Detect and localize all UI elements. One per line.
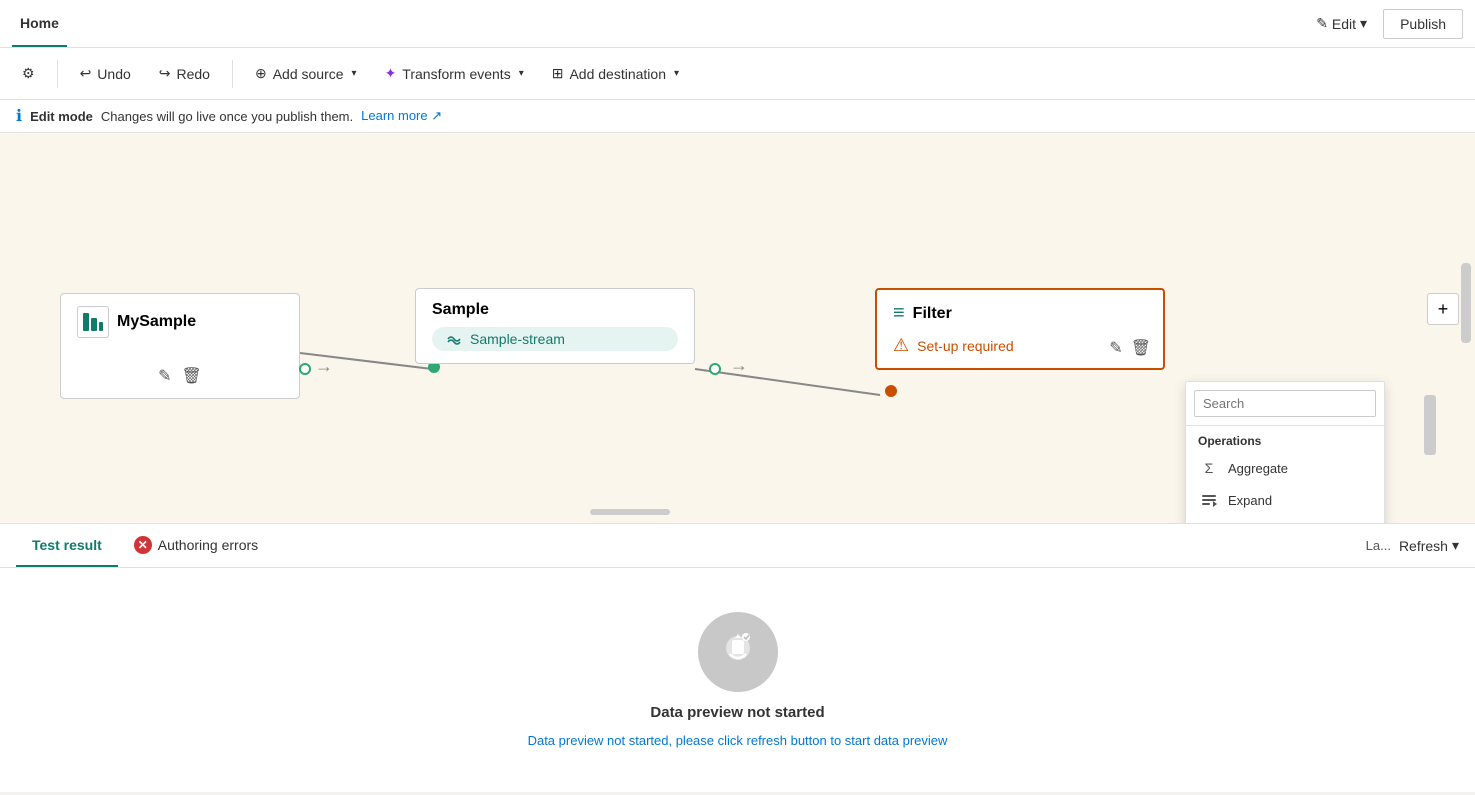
- chevron-down-icon-refresh: ▾: [1452, 537, 1459, 554]
- sample-title: Sample: [432, 301, 678, 319]
- home-tab[interactable]: Home: [12, 0, 67, 47]
- top-nav-right: ✎ Edit ▾ Publish: [1308, 9, 1463, 39]
- aggregate-label: Aggregate: [1228, 461, 1288, 476]
- bottom-tab-right: La... Refresh ▾: [1366, 537, 1459, 554]
- learn-more-link[interactable]: Learn more ↗: [361, 108, 442, 124]
- filter-item[interactable]: ≡ Filter: [1186, 516, 1384, 523]
- mysample-node: MySample ✎ 🗑: [60, 293, 300, 399]
- filter-icon: ≡: [893, 302, 905, 325]
- vertical-scrollbar[interactable]: [1461, 263, 1471, 343]
- undo-icon: ↩: [80, 65, 92, 82]
- add-source-button[interactable]: ⊕ Add source ▾: [245, 59, 367, 88]
- bottom-panel: Test result ✕ Authoring errors La... Ref…: [0, 523, 1475, 792]
- add-destination-button[interactable]: ⊞ Add destination ▾: [542, 59, 689, 88]
- edit-mode-label: Edit mode: [30, 109, 93, 124]
- mysample-icon: [77, 306, 109, 338]
- filter-edit-btn[interactable]: ✎: [1109, 338, 1122, 358]
- sample-stream: Sample-stream: [432, 327, 678, 351]
- undo-button[interactable]: ↩ Undo: [70, 59, 141, 88]
- filter-actions: ✎ 🗑: [1109, 338, 1151, 358]
- aggregate-item[interactable]: Σ Aggregate: [1186, 452, 1384, 484]
- top-nav: Home ✎ Edit ▾ Publish: [0, 0, 1475, 48]
- operations-dropdown: Operations Σ Aggregate Expand ≡ Filter G…: [1185, 381, 1385, 523]
- transform-icon: ✦: [385, 65, 397, 82]
- connector-dot-4: [885, 385, 897, 397]
- canvas-area: MySample ✎ 🗑 → Sample Sample-stream → ≡: [0, 133, 1475, 523]
- authoring-errors-text: Authoring errors: [158, 537, 258, 553]
- publish-button[interactable]: Publish: [1383, 9, 1463, 39]
- refresh-button[interactable]: Refresh ▾: [1399, 537, 1459, 554]
- transform-events-button[interactable]: ✦ Transform events ▾: [375, 59, 534, 88]
- empty-title: Data preview not started: [650, 704, 824, 721]
- horizontal-scrollbar[interactable]: [590, 509, 670, 515]
- arrow-2: →: [730, 355, 748, 376]
- edit-mode-message: Changes will go live once you publish th…: [101, 109, 353, 124]
- error-count-badge: ✕: [134, 536, 152, 554]
- pencil-icon: ✎: [1316, 15, 1328, 32]
- mysample-delete-btn[interactable]: 🗑: [182, 366, 202, 386]
- transform-chevron: ▾: [519, 68, 524, 79]
- filter-title: ≡ Filter: [893, 302, 1147, 325]
- empty-state-icon: [698, 612, 778, 692]
- add-dest-icon: ⊞: [552, 65, 564, 82]
- arrow-1: →: [315, 356, 333, 377]
- add-source-icon: ⊕: [255, 65, 267, 82]
- redo-button[interactable]: ↪ Redo: [149, 59, 220, 88]
- expand-item[interactable]: Expand: [1186, 484, 1384, 516]
- settings-icon: ⚙: [22, 65, 35, 82]
- zoom-controls: +: [1427, 293, 1459, 325]
- refresh-label: Refresh: [1399, 538, 1448, 554]
- last-refreshed-label: La...: [1366, 538, 1391, 553]
- connector-dot-1: [299, 363, 311, 375]
- aggregate-icon: Σ: [1200, 459, 1218, 477]
- authoring-errors-tab[interactable]: ✕ Authoring errors: [118, 524, 274, 567]
- mysample-actions: ✎ 🗑: [77, 366, 283, 386]
- add-dest-chevron: ▾: [674, 68, 679, 79]
- add-source-chevron: ▾: [352, 68, 357, 79]
- dropdown-search-area: [1186, 382, 1384, 426]
- dropdown-search-input[interactable]: [1194, 390, 1376, 417]
- connector-dot-3: [709, 363, 721, 375]
- mysample-title: MySample: [77, 306, 283, 338]
- info-icon: ℹ: [16, 106, 22, 126]
- settings-button[interactable]: ⚙: [12, 59, 45, 88]
- edit-mode-bar: ℹ Edit mode Changes will go live once yo…: [0, 100, 1475, 133]
- expand-label: Expand: [1228, 493, 1272, 508]
- operations-section-label: Operations: [1186, 426, 1384, 452]
- authoring-errors-label: ✕ Authoring errors: [134, 536, 258, 554]
- edit-button[interactable]: ✎ Edit ▾: [1308, 11, 1375, 36]
- expand-icon: [1200, 491, 1218, 509]
- bottom-tabs: Test result ✕ Authoring errors La... Ref…: [0, 524, 1475, 568]
- toolbar-divider-1: [57, 60, 58, 88]
- filter-node: ≡ Filter ⚠ Set-up required ✎ 🗑: [875, 288, 1165, 370]
- sample-node: Sample Sample-stream: [415, 288, 695, 364]
- mysample-edit-btn[interactable]: ✎: [158, 366, 171, 386]
- toolbar: ⚙ ↩ Undo ↪ Redo ⊕ Add source ▾ ✦ Transfo…: [0, 48, 1475, 100]
- zoom-in-button[interactable]: +: [1427, 293, 1459, 325]
- toolbar-divider-2: [232, 60, 233, 88]
- warning-icon: ⚠: [893, 335, 909, 356]
- test-result-tab[interactable]: Test result: [16, 524, 118, 567]
- chevron-down-icon: ▾: [1360, 15, 1367, 32]
- empty-state: Data preview not started Data preview no…: [0, 568, 1475, 792]
- filter-delete-btn[interactable]: 🗑: [1131, 338, 1151, 358]
- empty-desc: Data preview not started, please click r…: [528, 733, 948, 748]
- redo-icon: ↪: [159, 65, 171, 82]
